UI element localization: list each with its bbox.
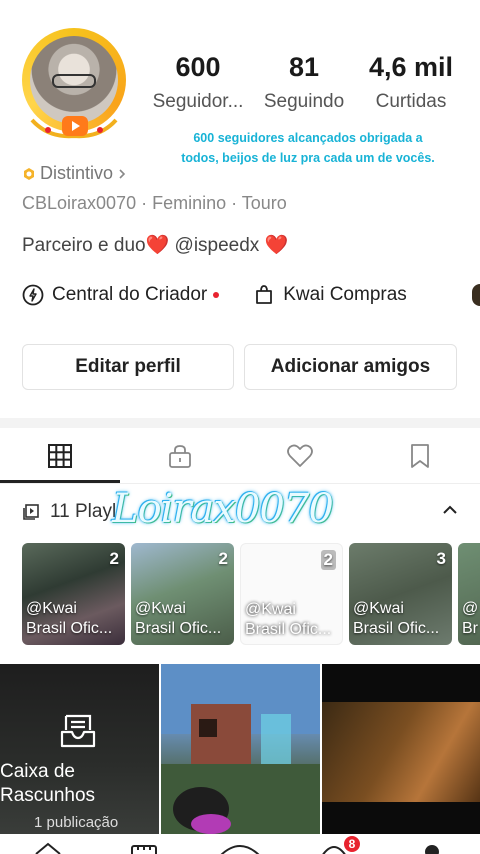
tab-private[interactable] [120, 428, 240, 484]
active-tab-indicator [0, 480, 120, 483]
playlist-carousel: 2 @Kwai Brasil Ofic... 2 @Kwai Brasil Of… [22, 543, 480, 647]
caption-line-1: @Kwai [353, 600, 404, 617]
followers-label: Seguidor... [152, 91, 244, 112]
following-count: 81 [288, 52, 320, 82]
bottom-navigation [0, 834, 480, 854]
profile-header: 600 Seguidor... 81 Seguindo 4,6 mil Curt… [0, 0, 480, 420]
creator-center-label: Central do Criador [52, 284, 208, 305]
followers-stat[interactable]: 600 Seguidor... [146, 52, 250, 113]
profile-icon[interactable] [418, 842, 446, 854]
caption-line-1: @ [462, 600, 479, 617]
tab-saved[interactable] [360, 428, 480, 484]
playlist-caption: @Kwai Brasil Ofic... [245, 600, 331, 640]
shortcuts-row: Central do Criador Kwai Compras [22, 282, 480, 308]
messages-badge: 8 [342, 834, 362, 854]
likes-count: 4,6 mil [368, 52, 454, 82]
caption-line-2: Br [462, 620, 478, 637]
game-screenshot-image [322, 702, 480, 802]
drafts-count: 1 publicação [34, 814, 119, 831]
caption-line-1: @Kwai [26, 600, 77, 617]
live-play-icon [62, 116, 88, 136]
caption-line-1: @Kwai [135, 600, 186, 617]
drafts-title-line-2: Rascunhos [0, 785, 96, 806]
home-icon[interactable] [34, 842, 62, 854]
kwai-shop-label: Kwai Compras [283, 284, 407, 305]
likes-stat[interactable]: 4,6 mil Curtidas [356, 52, 466, 113]
avatar-glasses-detail [52, 74, 96, 88]
bio-text: Parceiro e duo [22, 235, 146, 256]
announcement-line-2: todos, beijos de luz pra cada um de você… [181, 151, 435, 165]
lightning-icon [22, 284, 44, 306]
badge-link[interactable]: Distintivo [22, 163, 131, 184]
add-friends-button[interactable]: Adicionar amigos [244, 344, 457, 390]
playlist-card[interactable]: 2 @Kwai Brasil Ofic... [240, 543, 343, 645]
playlist-video-count: 2 [218, 549, 228, 568]
tab-posts[interactable] [0, 428, 120, 484]
playlist-card[interactable]: @ Br [458, 543, 480, 645]
heart-emoji: ❤️ [264, 235, 289, 256]
playlist-caption: @Kwai Brasil Ofic... [26, 599, 112, 639]
playlist-label: 11 Playl [22, 501, 116, 523]
playlist-caption: @Kwai Brasil Ofic... [135, 599, 221, 639]
playlist-video-count: 2 [109, 549, 119, 568]
avatar-image [30, 36, 118, 124]
video-thumbnail[interactable] [161, 664, 320, 834]
heart-emoji: ❤️ [145, 235, 170, 256]
more-shortcut-icon[interactable] [472, 284, 480, 306]
drafts-tile[interactable]: Caixa de Rascunhos 1 publicação [0, 664, 159, 834]
drafts-title: Caixa de Rascunhos [0, 760, 95, 808]
discover-icon[interactable] [130, 842, 158, 854]
playlist-video-count: 3 [436, 549, 446, 568]
caption-line-2: Brasil Ofic... [245, 621, 332, 638]
chevron-up-icon[interactable] [440, 500, 460, 520]
drafts-inbox-icon [60, 714, 96, 748]
caption-line-2: Brasil Ofic... [353, 620, 440, 637]
playlist-caption: @ Br [462, 599, 478, 639]
announcement-line-1: 600 seguidores alcançados obrigada a [193, 131, 423, 145]
badge-icon [24, 167, 34, 180]
playlist-card[interactable]: 3 @Kwai Brasil Ofic... [349, 543, 452, 645]
playlist-caption: @Kwai Brasil Ofic... [353, 599, 439, 639]
likes-label: Curtidas [375, 91, 447, 112]
playlist-card[interactable]: 2 @Kwai Brasil Ofic... [131, 543, 234, 645]
shopping-bag-icon [256, 285, 273, 304]
playlist-icon [23, 504, 39, 520]
following-stat[interactable]: 81 Seguindo [258, 52, 350, 113]
playlist-card[interactable]: 2 @Kwai Brasil Ofic... [22, 543, 125, 645]
profile-stats: 600 Seguidor... 81 Seguindo 4,6 mil Curt… [146, 52, 466, 122]
drafts-title-line-1: Caixa de [0, 761, 75, 782]
badge-label: Distintivo [40, 163, 114, 183]
kwai-shop-link[interactable]: Kwai Compras [253, 284, 407, 306]
section-divider [0, 418, 480, 428]
caption-line-2: Brasil Ofic... [26, 620, 113, 637]
caption-line-2: Brasil Ofic... [135, 620, 222, 637]
creator-center-link[interactable]: Central do Criador [22, 284, 220, 306]
profile-tabs [0, 428, 480, 484]
username-watermark: Loirax0070 [112, 486, 334, 532]
caption-line-1: @Kwai [245, 601, 296, 618]
game-scene-image [161, 664, 320, 834]
heart-icon [287, 444, 313, 467]
chevron-right-icon [119, 168, 126, 179]
bookmark-icon [411, 444, 429, 468]
posts-grid: Caixa de Rascunhos 1 publicação [0, 664, 480, 834]
grid-icon [48, 444, 72, 468]
notification-dot [213, 292, 220, 298]
tab-liked[interactable] [240, 428, 360, 484]
avatar[interactable] [18, 24, 130, 142]
lock-icon [169, 445, 191, 468]
milestone-announcement: 600 seguidores alcançados obrigada a tod… [166, 128, 450, 168]
playlist-video-count: 2 [320, 550, 336, 570]
bio-mention-link[interactable]: @ispeedx [169, 235, 264, 256]
profile-bio: Parceiro e duo❤️ @ispeedx ❤️ [22, 233, 288, 257]
profile-info-line: CBLoirax0070 · Feminino · Touro [22, 193, 287, 213]
followers-count: 600 [175, 52, 221, 82]
video-thumbnail[interactable] [322, 664, 480, 834]
edit-profile-button[interactable]: Editar perfil [22, 344, 234, 390]
following-label: Seguindo [263, 91, 345, 112]
create-icon[interactable] [218, 842, 262, 854]
playlist-count-label: 11 Playl [50, 501, 117, 522]
